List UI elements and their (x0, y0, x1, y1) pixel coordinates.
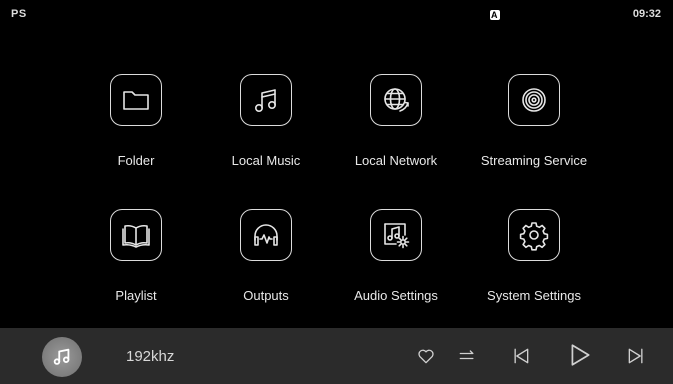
favorite-button[interactable] (413, 343, 439, 369)
app-playlist[interactable]: Playlist (71, 209, 201, 319)
play-icon (571, 344, 590, 366)
home-screen: PS A 09:32 Folder Local Music Local Netw… (0, 0, 673, 384)
status-bar: PS A 09:32 (0, 0, 673, 30)
app-system-settings[interactable]: System Settings (469, 209, 599, 319)
app-label: System Settings (487, 288, 581, 303)
previous-icon (514, 348, 529, 364)
app-audio-settings[interactable]: Audio Settings (331, 209, 461, 319)
gear-icon (519, 222, 549, 251)
app-label: Local Music (231, 153, 301, 168)
folder-icon-box (110, 74, 162, 126)
headphones-icon (254, 224, 278, 246)
music-note-icon (53, 348, 70, 365)
clock: 09:32 (632, 8, 661, 20)
app-label: Local Network (354, 153, 438, 168)
disc-icon-box (508, 74, 560, 126)
music-gear-icon-box (370, 209, 422, 261)
status-left-text: PS (11, 8, 27, 20)
music-note-icon-box (240, 74, 292, 126)
app-local-music[interactable]: Local Music (201, 74, 331, 184)
disc-icon (522, 88, 546, 112)
next-icon (628, 348, 643, 364)
previous-button[interactable] (508, 343, 534, 369)
globe-network-icon (384, 88, 409, 112)
app-folder[interactable]: Folder (71, 74, 201, 184)
app-label: Folder (117, 153, 155, 168)
queue-button[interactable] (454, 343, 480, 369)
book-icon (122, 224, 150, 248)
app-label: Playlist (115, 288, 157, 303)
sample-rate: 192khz (126, 348, 175, 365)
globe-network-icon-box (370, 74, 422, 126)
folder-icon (123, 91, 149, 110)
gear-icon-box (508, 209, 560, 261)
app-label: Audio Settings (354, 288, 438, 303)
queue-icon (459, 350, 474, 360)
headphones-icon-box (240, 209, 292, 261)
app-streaming-service[interactable]: Streaming Service (469, 74, 599, 184)
app-local-network[interactable]: Local Network (331, 74, 461, 184)
album-art[interactable] (42, 337, 82, 377)
app-label: Outputs (243, 288, 289, 303)
book-icon-box (110, 209, 162, 261)
play-button[interactable] (565, 340, 595, 370)
music-note-icon (255, 89, 276, 112)
app-outputs[interactable]: Outputs (201, 209, 331, 319)
next-button[interactable] (623, 343, 649, 369)
player-bar: 192khz (0, 328, 673, 384)
app-label: Streaming Service (480, 153, 588, 168)
heart-icon (418, 349, 434, 364)
notification-badge-icon: A (490, 10, 500, 20)
music-gear-icon (384, 223, 410, 249)
